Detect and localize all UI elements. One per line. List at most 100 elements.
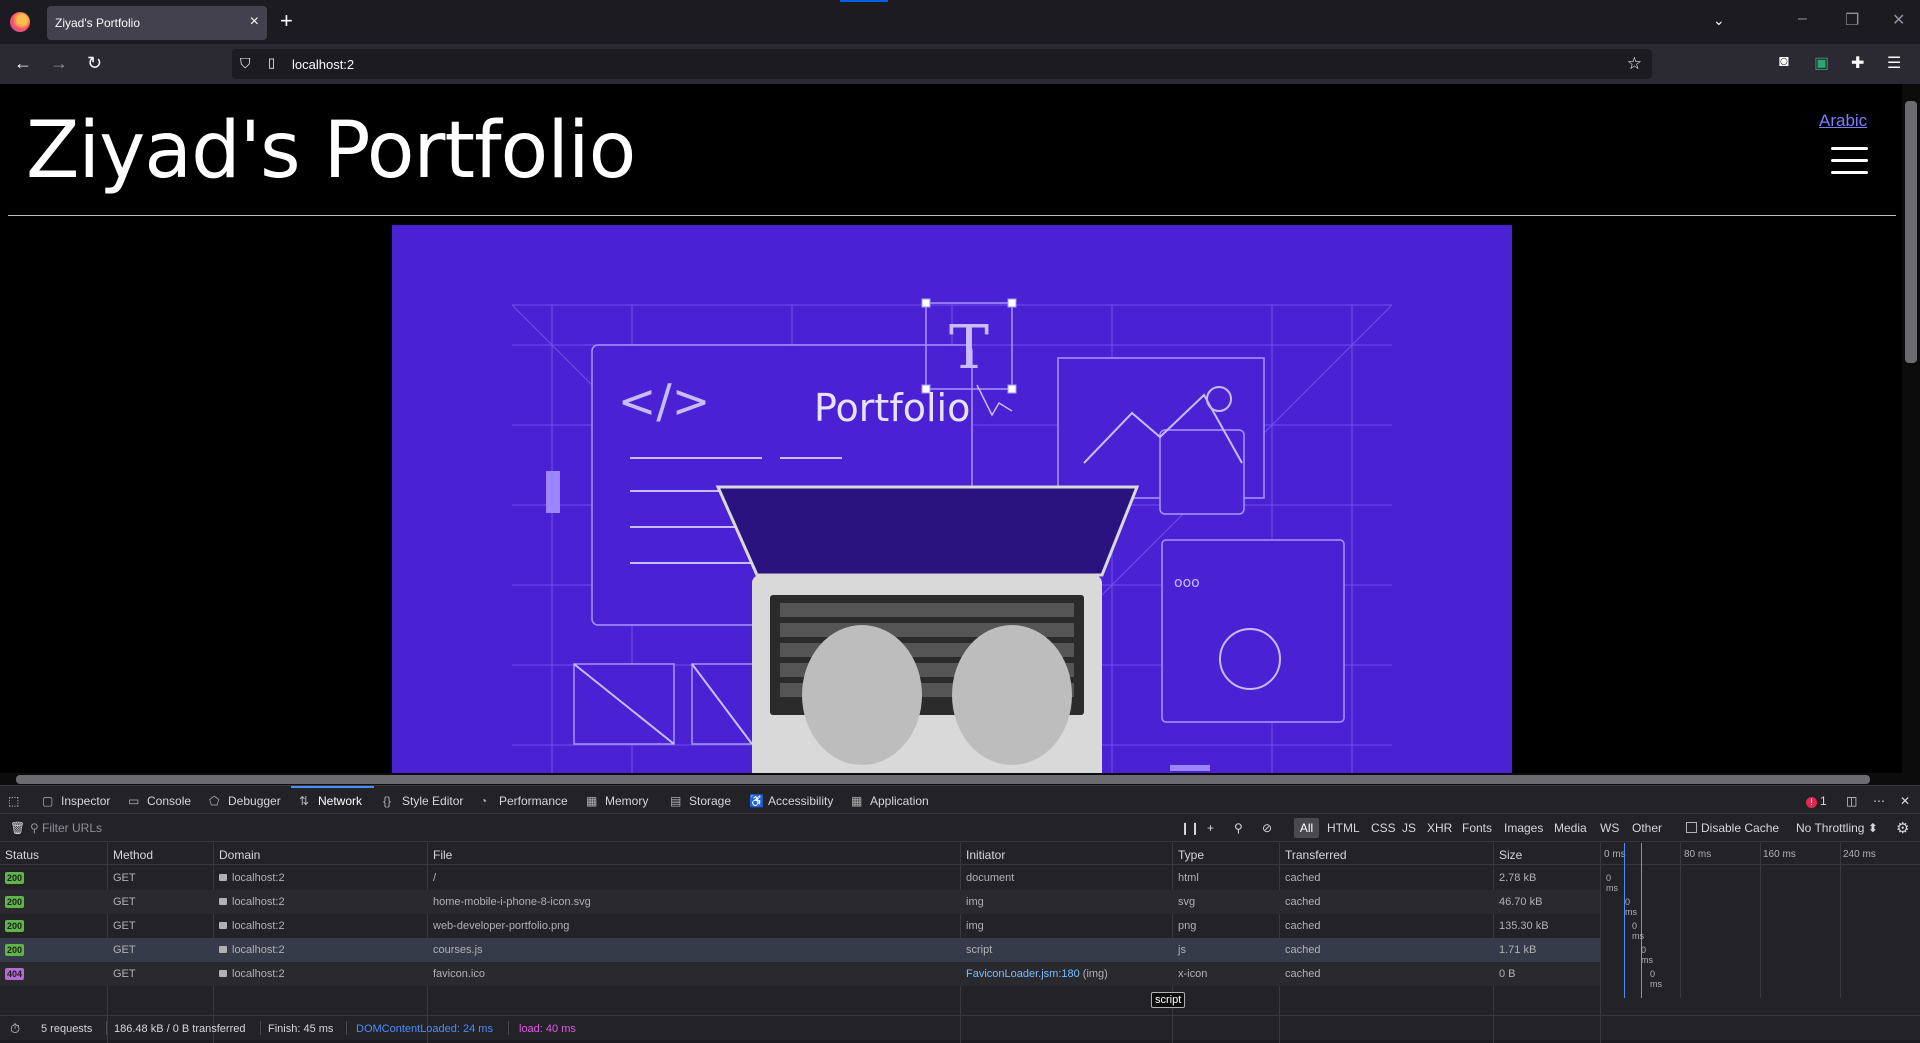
forward-icon[interactable]: → — [50, 52, 68, 74]
filter-js[interactable]: JS — [1402, 821, 1416, 835]
dock-toggle-icon[interactable]: ◫ — [1846, 794, 1857, 808]
back-icon[interactable]: ← — [14, 52, 32, 74]
restore-icon[interactable]: ❐ — [1845, 10, 1859, 30]
error-count-badge[interactable]: ! 1 — [1806, 794, 1827, 808]
filter-html[interactable]: HTML — [1327, 821, 1360, 835]
column-transferred[interactable]: Transferred — [1285, 848, 1347, 862]
close-tab-icon[interactable]: × — [250, 13, 259, 31]
url-bar[interactable]: ⛉ ▯ localhost:2 ☆ — [232, 49, 1652, 79]
request-domain: localhost:2 — [219, 896, 285, 908]
network-toolbar: 🗑 ⚲ Filter URLs ❙❙ + ⚲ ⊘ All HTML CSS JS… — [0, 814, 1920, 842]
firefox-logo-icon[interactable] — [10, 12, 30, 32]
column-initiator[interactable]: Initiator — [966, 848, 1005, 862]
accessibility-icon: ♿ — [749, 794, 764, 808]
request-domain: localhost:2 — [219, 872, 285, 884]
filter-css[interactable]: CSS — [1371, 821, 1396, 835]
extensions-icon[interactable]: ✚ — [1851, 53, 1864, 73]
column-size[interactable]: Size — [1499, 848, 1522, 862]
domain-text: localhost:2 — [232, 920, 285, 932]
request-transferred: cached — [1285, 896, 1321, 908]
horizontal-scrollbar-thumb[interactable] — [16, 775, 1870, 784]
request-initiator: script — [966, 944, 993, 956]
request-row[interactable]: 404 GET localhost:2 favicon.ico FaviconL… — [0, 962, 1662, 989]
stopwatch-icon[interactable]: ⏱ — [10, 1021, 20, 1037]
lock-icon — [219, 874, 227, 881]
element-picker-icon[interactable]: ⬚ — [8, 794, 19, 808]
tab-application[interactable]: ▦ Application — [851, 794, 929, 808]
tracking-protection-shield-icon[interactable]: ⛉ — [240, 55, 251, 72]
request-row[interactable]: 200 GET localhost:2 home-mobile-i-phone-… — [0, 890, 1637, 917]
filter-xhr[interactable]: XHR — [1427, 821, 1452, 835]
tab-inspector[interactable]: ▢ Inspector — [42, 794, 110, 808]
tab-memory[interactable]: ▦ Memory — [586, 794, 648, 808]
list-all-tabs-icon[interactable]: ⌄ — [1713, 12, 1725, 29]
tab-accessibility[interactable]: ♿ Accessibility — [749, 794, 833, 808]
throttling-select[interactable]: No Throttling ⬍ — [1796, 821, 1878, 835]
tab-debugger[interactable]: ⬠ Debugger — [209, 794, 281, 808]
filter-ws[interactable]: WS — [1600, 821, 1619, 835]
tab-console[interactable]: ▭ Console — [128, 794, 191, 808]
column-file[interactable]: File — [433, 848, 452, 862]
reload-icon[interactable]: ↻ — [87, 52, 102, 74]
minimize-icon[interactable]: – — [1798, 10, 1807, 28]
filter-images[interactable]: Images — [1504, 821, 1543, 835]
translate-extension-icon[interactable]: ▣ — [1814, 53, 1829, 73]
close-window-icon[interactable]: ✕ — [1892, 10, 1905, 30]
request-row-selected[interactable]: 200 GET localhost:2 courses.js script js… — [0, 938, 1653, 965]
status-badge: 404 — [5, 968, 25, 980]
arabic-language-link[interactable]: Arabic — [1819, 111, 1867, 131]
request-size: 46.70 kB — [1499, 896, 1543, 908]
disable-cache-checkbox[interactable]: Disable Cache — [1686, 821, 1779, 835]
request-row[interactable]: 200 GET localhost:2 web-developer-portfo… — [0, 914, 1644, 941]
domain-text: localhost:2 — [232, 896, 285, 908]
bookmark-star-icon[interactable]: ☆ — [1627, 54, 1642, 74]
hamburger-menu-icon[interactable] — [1831, 147, 1868, 176]
request-row[interactable]: 200 GET localhost:2 / document html cach… — [0, 866, 1618, 893]
block-requests-icon[interactable]: ⊘ — [1262, 821, 1272, 835]
filter-media[interactable]: Media — [1554, 821, 1587, 835]
summary-divider — [260, 1021, 261, 1035]
request-initiator: document — [966, 872, 1015, 884]
error-count: 1 — [1820, 794, 1827, 808]
page-info-icon[interactable]: ▯ — [268, 55, 275, 71]
network-icon: ⇅ — [299, 794, 310, 808]
column-method[interactable]: Method — [113, 848, 153, 862]
lock-icon — [219, 898, 227, 905]
checkbox-box[interactable] — [1686, 822, 1697, 833]
tab-storage[interactable]: ▤ Storage — [670, 794, 731, 808]
new-tab-icon[interactable]: + — [280, 10, 293, 32]
domain-text: localhost:2 — [232, 968, 285, 980]
tab-style-editor[interactable]: {} Style Editor — [383, 794, 463, 808]
status-badge: 200 — [5, 872, 25, 884]
devtools-panel: ⬚ ▢ Inspector ▭ Console ⬠ Debugger ⇅ Network… — [0, 785, 1920, 1043]
devtools-more-options-icon[interactable]: ⋯ — [1873, 794, 1885, 808]
svg-text:ooo: ooo — [1174, 575, 1200, 591]
domain-text: localhost:2 — [232, 944, 285, 956]
column-divider[interactable] — [1600, 843, 1601, 1043]
pocket-icon[interactable]: ◙ — [1779, 53, 1789, 71]
search-icon[interactable]: ⚲ — [1234, 821, 1243, 835]
column-type[interactable]: Type — [1178, 848, 1204, 862]
pause-recording-icon[interactable]: ❙❙ — [1180, 821, 1200, 835]
add-request-icon[interactable]: + — [1207, 821, 1214, 835]
filter-urls-input[interactable]: Filter URLs — [42, 821, 102, 835]
url-text[interactable]: localhost:2 — [292, 57, 354, 72]
close-devtools-icon[interactable]: ✕ — [1900, 794, 1910, 808]
network-settings-gear-icon[interactable]: ⚙ — [1896, 819, 1909, 837]
tab-performance[interactable]: ◔ Performance — [480, 794, 568, 808]
summary-divider — [508, 1021, 509, 1035]
clear-requests-icon[interactable]: 🗑 — [10, 821, 25, 835]
filter-fonts[interactable]: Fonts — [1462, 821, 1492, 835]
site-title: Ziyad's Portfolio — [26, 106, 636, 196]
tab-network[interactable]: ⇅ Network — [299, 794, 362, 808]
filter-all[interactable]: All — [1294, 818, 1319, 838]
app-menu-icon[interactable]: ☰ — [1887, 53, 1901, 73]
tab-label: Accessibility — [768, 794, 834, 808]
request-initiator: img — [966, 920, 984, 932]
filter-other[interactable]: Other — [1632, 821, 1662, 835]
initiator-source-link[interactable]: FaviconLoader.jsm:180 — [966, 968, 1080, 980]
vertical-scrollbar-thumb[interactable] — [1905, 101, 1917, 363]
column-domain[interactable]: Domain — [219, 848, 260, 862]
browser-tab[interactable]: Ziyad's Portfolio × — [47, 6, 267, 40]
column-status[interactable]: Status — [5, 848, 39, 862]
